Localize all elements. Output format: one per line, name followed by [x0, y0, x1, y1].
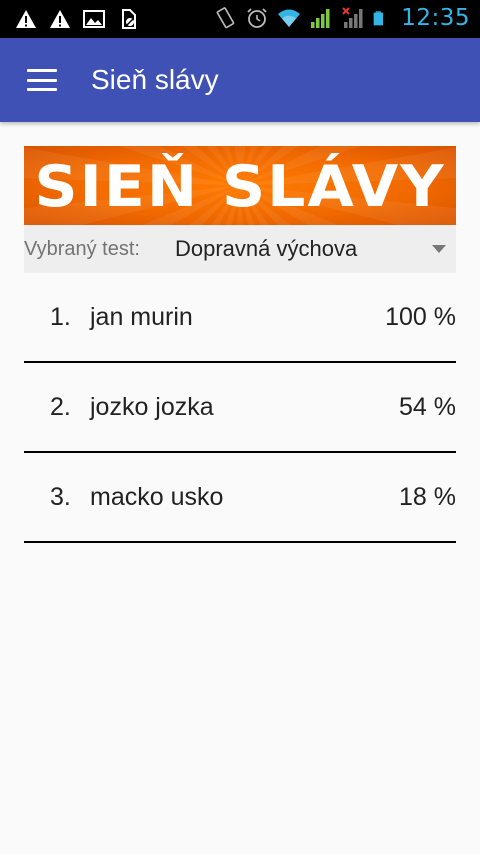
dropdown-arrow-icon[interactable] [432, 245, 446, 253]
wifi-icon [278, 9, 301, 27]
status-bar: 12:35 [0, 0, 480, 38]
page-title: Sieň slávy [91, 64, 219, 95]
player-name: jan murin [90, 303, 193, 331]
menu-button[interactable] [16, 58, 68, 102]
signal-icon [311, 9, 330, 28]
alarm-icon [247, 8, 267, 28]
test-selector-value[interactable]: Dopravná výchova [175, 236, 357, 262]
banner-text: Sieň slávy [34, 153, 446, 221]
vibrate-icon [216, 7, 235, 29]
score: 54 % [399, 393, 456, 421]
hall-of-fame-banner: Sieň slávy [24, 146, 456, 225]
test-selector-label: Vybraný test: [24, 238, 140, 260]
image-icon [83, 10, 105, 28]
status-system: 12:35 [213, 5, 470, 31]
rank: 2. [50, 393, 71, 421]
rank: 1. [50, 303, 71, 331]
rank: 3. [50, 483, 71, 511]
score: 18 % [399, 483, 456, 511]
warning-icon [16, 10, 36, 28]
player-name: jozko jozka [90, 393, 214, 421]
leaderboard-list: 1. jan murin 100 % 2. jozko jozka 54 % 3… [24, 273, 456, 543]
leaderboard-row: 3. macko usko 18 % [24, 453, 456, 543]
player-name: macko usko [90, 483, 224, 511]
leaderboard-row: 1. jan murin 100 % [24, 273, 456, 363]
status-notifications [14, 6, 140, 32]
app-bar: Sieň slávy [0, 38, 480, 122]
battery-icon [373, 11, 384, 26]
leaderboard-row: 2. jozko jozka 54 % [24, 363, 456, 453]
warning-icon [50, 10, 70, 28]
test-selector[interactable]: Vybraný test: Dopravná výchova [24, 225, 456, 273]
no-sim-icon [122, 9, 136, 29]
clock: 12:35 [401, 5, 470, 31]
score: 100 % [385, 303, 456, 331]
signal-no-data-icon [342, 7, 363, 28]
hamburger-menu-icon [27, 69, 57, 91]
